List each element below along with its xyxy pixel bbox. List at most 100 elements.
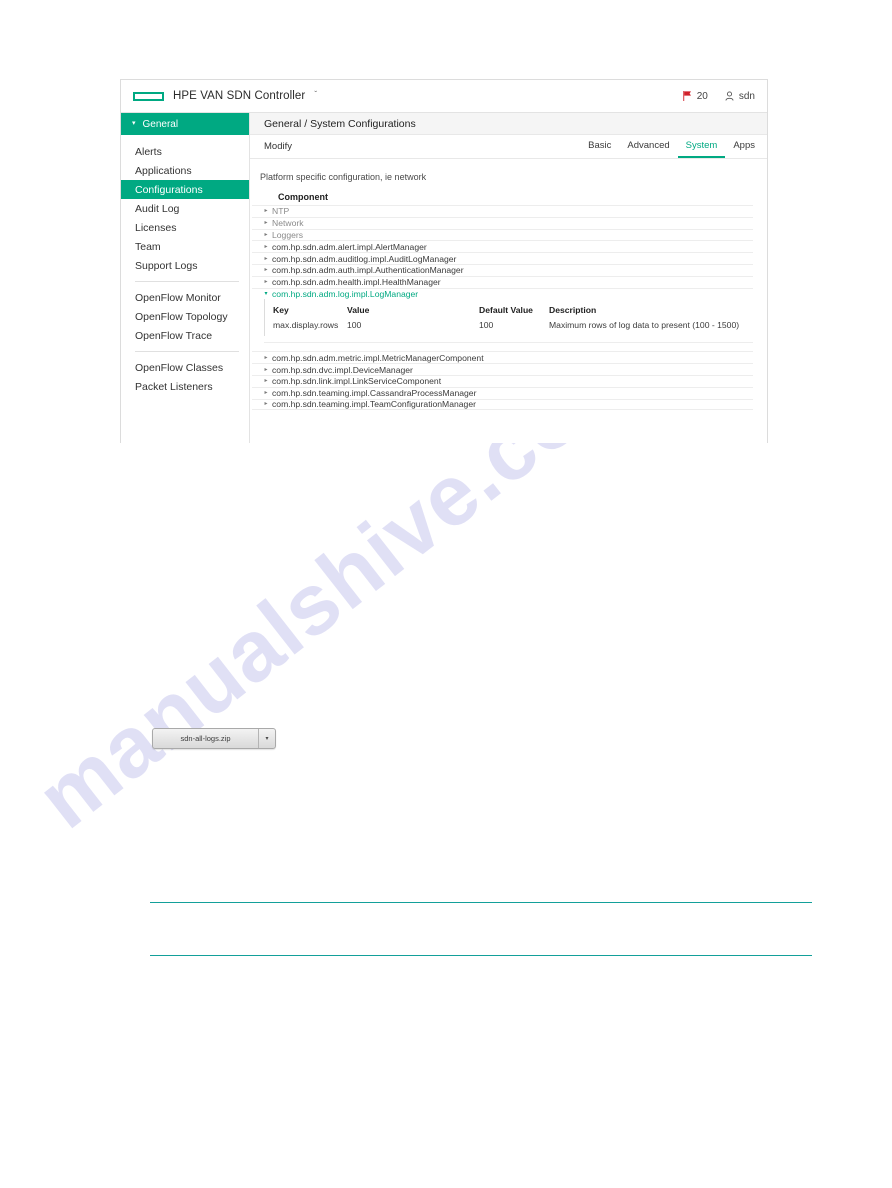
chevron-right-icon: ▸ [264, 243, 268, 250]
chevron-right-icon: ▸ [264, 279, 268, 286]
detail-spacer [252, 343, 753, 351]
sidebar-item-support-logs[interactable]: Support Logs [121, 256, 249, 275]
component-row-log-manager[interactable]: ▾ com.hp.sdn.adm.log.impl.LogManager [252, 287, 753, 300]
sidebar-item-label: OpenFlow Classes [135, 361, 224, 374]
sidebar-item-openflow-topology[interactable]: OpenFlow Topology [121, 307, 249, 326]
hpe-logo-icon [133, 91, 164, 101]
person-icon [725, 91, 734, 101]
sidebar-item-licenses[interactable]: Licenses [121, 218, 249, 237]
sidebar-item-label: Team [135, 240, 161, 253]
tab-system[interactable]: System [677, 135, 726, 158]
sidebar-nav-list: Alerts Applications Configurations Audit… [121, 135, 249, 396]
chevron-right-icon: ▸ [264, 401, 268, 408]
panel-description: Platform specific configuration, ie netw… [260, 172, 427, 182]
footer-divider-bottom [150, 955, 812, 956]
chevron-down-icon[interactable]: ˇ [314, 91, 317, 99]
sidebar: ▾ General Alerts Applications Configurat… [121, 113, 250, 443]
tab-label: Advanced [627, 140, 670, 151]
tab-label: Basic [588, 140, 612, 151]
component-row-label: NTP [272, 206, 290, 217]
sidebar-divider [135, 281, 239, 282]
action-bar: Modify Basic Advanced System Apps [250, 135, 767, 159]
app-title: HPE VAN SDN Controller [173, 90, 306, 102]
tab-basic[interactable]: Basic [580, 135, 619, 158]
component-row-metric-manager[interactable]: ▸ com.hp.sdn.adm.metric.impl.MetricManag… [252, 351, 753, 363]
tab-advanced[interactable]: Advanced [619, 135, 677, 158]
breadcrumb: General / System Configurations [264, 117, 416, 130]
component-row-alert-manager[interactable]: ▸ com.hp.sdn.adm.alert.impl.AlertManager [252, 240, 753, 252]
component-row-network[interactable]: ▸ Network [252, 216, 753, 229]
sidebar-item-applications[interactable]: Applications [121, 161, 249, 180]
tab-apps[interactable]: Apps [725, 135, 763, 158]
sidebar-item-openflow-monitor[interactable]: OpenFlow Monitor [121, 288, 249, 307]
component-row-ntp[interactable]: ▸ NTP [252, 205, 753, 217]
sidebar-group-header-label: General [142, 118, 179, 130]
component-row-label: com.hp.sdn.link.impl.LinkServiceComponen… [272, 376, 442, 387]
detail-header-value: Value [347, 305, 370, 316]
detail-cell-description: Maximum rows of log data to present (100… [549, 319, 740, 330]
component-row-label: com.hp.sdn.teaming.impl.CassandraProcess… [272, 388, 477, 399]
sidebar-item-label: Alerts [135, 145, 162, 158]
modify-button[interactable]: Modify [264, 141, 292, 152]
component-row-label: com.hp.sdn.adm.health.impl.HealthManager [272, 277, 441, 288]
sidebar-item-audit-log[interactable]: Audit Log [121, 199, 249, 218]
component-row-authentication-manager[interactable]: ▸ com.hp.sdn.adm.auth.impl.Authenticatio… [252, 263, 753, 276]
chevron-right-icon: ▸ [264, 231, 268, 238]
component-row-loggers[interactable]: ▸ Loggers [252, 228, 753, 241]
component-row-device-manager[interactable]: ▸ com.hp.sdn.dvc.impl.DeviceManager [252, 363, 753, 375]
component-row-health-manager[interactable]: ▸ com.hp.sdn.adm.health.impl.HealthManag… [252, 275, 753, 288]
tab-label: Apps [733, 140, 755, 151]
chevron-right-icon: ▸ [264, 267, 268, 274]
sidebar-item-openflow-classes[interactable]: OpenFlow Classes [121, 358, 249, 377]
sidebar-item-label: OpenFlow Trace [135, 329, 213, 342]
sidebar-item-team[interactable]: Team [121, 237, 249, 256]
content-area: General / System Configurations Modify B… [250, 113, 767, 443]
detail-table-row[interactable]: max.display.rows 100 100 Maximum rows of… [273, 317, 753, 332]
chevron-right-icon: ▸ [264, 366, 268, 373]
component-row-link-service[interactable]: ▸ com.hp.sdn.link.impl.LinkServiceCompon… [252, 374, 753, 387]
component-row-audit-log-manager[interactable]: ▸ com.hp.sdn.adm.auditlog.impl.AuditLogM… [252, 252, 753, 264]
breadcrumb-bar: General / System Configurations [250, 113, 767, 135]
sidebar-item-alerts[interactable]: Alerts [121, 142, 249, 161]
flag-icon [683, 91, 691, 101]
chevron-right-icon: ▸ [264, 390, 268, 397]
detail-header-default-value: Default Value [479, 305, 533, 316]
sidebar-item-configurations[interactable]: Configurations [121, 180, 249, 199]
tab-label: System [685, 140, 718, 151]
detail-cell-value: 100 [347, 319, 362, 330]
sidebar-item-openflow-trace[interactable]: OpenFlow Trace [121, 326, 249, 345]
sidebar-item-packet-listeners[interactable]: Packet Listeners [121, 377, 249, 396]
sidebar-group-header-general[interactable]: ▾ General [121, 113, 249, 135]
sidebar-item-label: Packet Listeners [135, 380, 213, 393]
detail-table-header-row: Key Value Default Value Description [273, 303, 753, 317]
chevron-right-icon: ▸ [264, 220, 268, 227]
detail-header-description: Description [549, 305, 597, 316]
app-body: ▾ General Alerts Applications Configurat… [121, 113, 767, 443]
detail-cell-key: max.display.rows [273, 319, 339, 330]
footer-divider-top [150, 902, 812, 903]
top-bar-right: 20 sdn [683, 91, 755, 102]
sidebar-item-label: Configurations [135, 183, 203, 196]
tab-bar: Basic Advanced System Apps [580, 135, 763, 158]
download-item-chip[interactable]: sdn-all-logs.zip ▾ [152, 728, 276, 749]
sidebar-item-label: OpenFlow Topology [135, 310, 228, 323]
component-row-team-configuration-manager[interactable]: ▸ com.hp.sdn.teaming.impl.TeamConfigurat… [252, 398, 753, 411]
chevron-right-icon: ▸ [264, 208, 268, 215]
sidebar-item-label: Applications [135, 164, 192, 177]
sidebar-item-label: Support Logs [135, 259, 198, 272]
user-menu[interactable]: sdn [725, 91, 755, 102]
component-row-label: com.hp.sdn.adm.metric.impl.MetricManager… [272, 352, 484, 363]
alerts-indicator[interactable]: 20 [683, 91, 708, 102]
sidebar-item-label: Licenses [135, 221, 177, 234]
chevron-down-icon: ▾ [264, 290, 268, 297]
chevron-right-icon: ▸ [264, 378, 268, 385]
component-row-label: com.hp.sdn.adm.auth.impl.AuthenticationM… [272, 265, 464, 276]
sidebar-item-label: Audit Log [135, 202, 180, 215]
chevron-down-icon[interactable]: ▾ [259, 736, 275, 742]
component-column-header: Component [278, 192, 328, 202]
component-row-label: com.hp.sdn.adm.alert.impl.AlertManager [272, 241, 427, 252]
detail-header-key: Key [273, 305, 289, 316]
component-row-cassandra-process-manager[interactable]: ▸ com.hp.sdn.teaming.impl.CassandraProce… [252, 386, 753, 399]
alerts-count: 20 [696, 90, 708, 102]
user-name: sdn [738, 90, 755, 102]
